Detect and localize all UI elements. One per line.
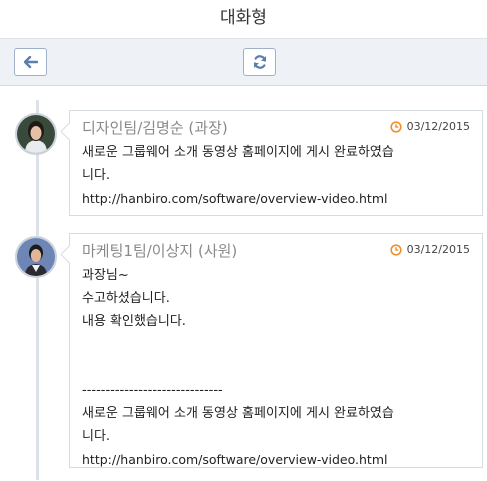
clock-icon [389,120,402,133]
message-date-text: 03/12/2015 [406,243,470,256]
message-line: 내용 확인했습니다. [82,314,186,329]
message-line: 새로운 그룹웨어 소개 동영상 홈페이지에 게시 완료하였습 [82,406,394,421]
message-line: 과장님~ [82,268,129,283]
message-line: 니다. [82,168,111,183]
message-body: 새로운 그룹웨어 소개 동영상 홈페이지에 게시 완료하였습 니다. http:… [70,139,482,220]
message-divider-line: ------------------------------ [82,383,223,398]
message-date: 03/12/2015 [389,120,470,133]
avatar[interactable] [15,236,57,278]
message-line: 수고하셨습니다. [82,291,170,306]
avatar[interactable] [15,113,57,155]
message-author[interactable]: 마케팅1팀/이상지 (사원) [82,240,237,261]
message-date-text: 03/12/2015 [406,120,470,133]
message-card: 디자인팀/김명순 (과장) 03/12/2015 새로운 그룹웨어 소개 동영상… [69,110,483,216]
arrow-left-icon [23,56,38,68]
message-card: 마케팅1팀/이상지 (사원) 03/12/2015 과장님~ 수고하셨습니다. … [69,233,483,468]
message-body: 과장님~ 수고하셨습니다. 내용 확인했습니다. ---------------… [70,262,482,481]
message-link[interactable]: http://hanbiro.com/software/overview-vid… [82,448,470,471]
message-line: 니다. [82,429,111,444]
message-link[interactable]: http://hanbiro.com/software/overview-vid… [82,187,470,210]
user-photo-icon [17,115,55,153]
message-line: 새로운 그룹웨어 소개 동영상 홈페이지에 게시 완료하였습 [82,145,394,160]
refresh-button[interactable] [243,48,276,76]
back-button[interactable] [14,48,47,76]
toolbar [0,39,487,86]
user-photo-icon [17,238,55,276]
message-author[interactable]: 디자인팀/김명순 (과장) [82,117,228,138]
message-date: 03/12/2015 [389,243,470,256]
timeline-line [36,100,39,480]
refresh-icon [253,55,266,69]
page-title: 대화형 [0,0,487,39]
clock-icon [389,243,402,256]
